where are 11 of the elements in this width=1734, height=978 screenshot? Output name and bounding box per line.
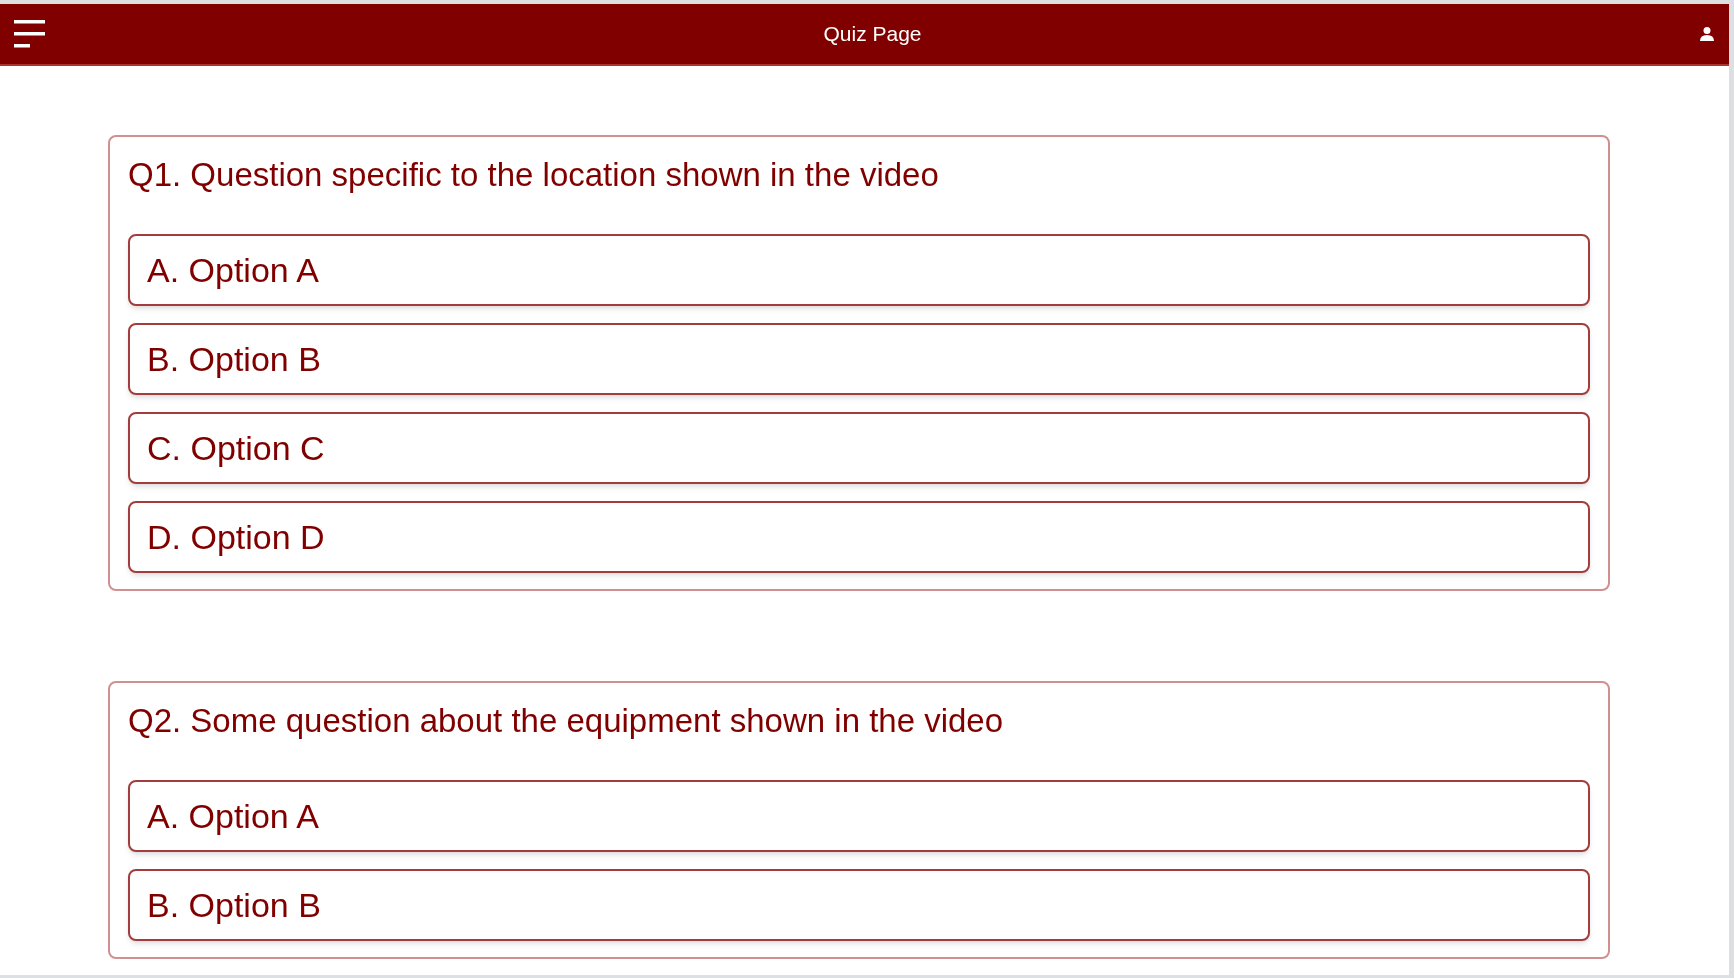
menu-icon[interactable]: [14, 20, 46, 48]
question-text: Q2. Some question about the equipment shown in the video: [128, 701, 1005, 741]
answer-option[interactable]: A. Option A: [128, 780, 1590, 852]
page-title: Quiz Page: [823, 21, 922, 48]
question-text: Q1. Question specific to the location shown in the video: [128, 155, 940, 195]
answer-option[interactable]: B. Option B: [128, 869, 1590, 941]
user-icon[interactable]: [1699, 26, 1715, 42]
answer-option[interactable]: B. Option B: [128, 323, 1590, 395]
answer-option[interactable]: C. Option C: [128, 412, 1590, 484]
answer-option[interactable]: A. Option A: [128, 234, 1590, 306]
answer-option[interactable]: D. Option D: [128, 501, 1590, 573]
